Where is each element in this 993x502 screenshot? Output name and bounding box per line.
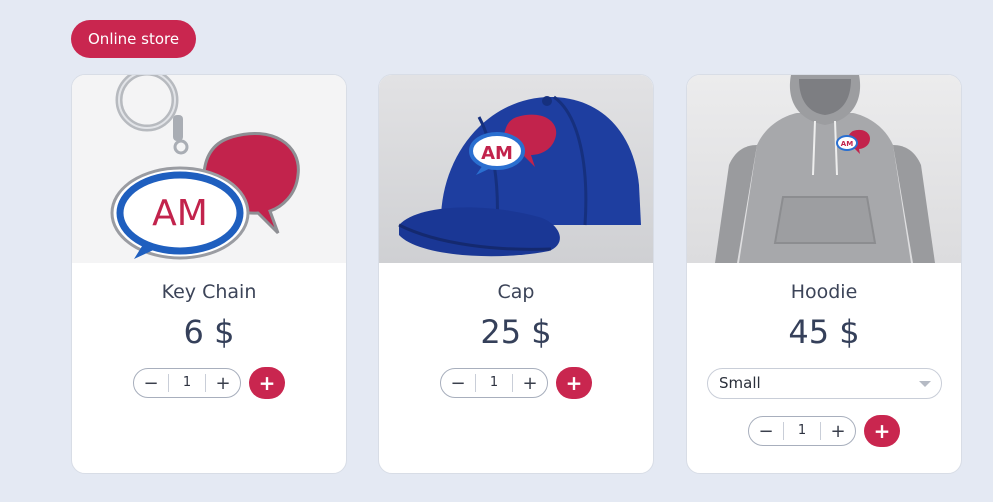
minus-icon: − — [450, 372, 466, 394]
size-select[interactable]: Small — [707, 368, 942, 399]
product-price: 6 $ — [183, 313, 235, 351]
product-name: Hoodie — [790, 281, 858, 303]
online-store-badge[interactable]: Online store — [71, 20, 197, 58]
increment-button[interactable]: + — [513, 369, 547, 397]
quantity-value[interactable]: 1 — [168, 374, 206, 392]
am-logo-text: AM — [481, 143, 513, 164]
decrement-button[interactable]: − — [441, 369, 475, 397]
product-name: Cap — [497, 281, 535, 303]
minus-icon: − — [758, 420, 774, 442]
increment-button[interactable]: + — [206, 369, 240, 397]
plus-icon: + — [830, 420, 846, 442]
increment-button[interactable]: + — [821, 417, 855, 445]
hoodie-image[interactable]: AM — [687, 75, 961, 263]
plus-icon: + — [215, 372, 231, 394]
product-card-cap: AM Cap 25 $ − 1 + + — [378, 74, 654, 474]
product-card-hoodie: AM Hoodie 45 $ Small − 1 + + — [686, 74, 962, 474]
key-chain-image[interactable]: AM — [72, 75, 346, 263]
quantity-stepper: − 1 + — [748, 416, 856, 446]
add-to-cart-button[interactable]: + — [556, 367, 592, 399]
product-name: Key Chain — [161, 281, 257, 303]
product-card-key-chain: AM Key Chain 6 $ − 1 + + — [71, 74, 347, 474]
quantity-row: − 1 + + — [687, 415, 961, 447]
size-selected-value: Small — [719, 374, 761, 392]
product-price: 45 $ — [788, 313, 860, 351]
quantity-row: − 1 + + — [379, 367, 653, 399]
product-price: 25 $ — [480, 313, 552, 351]
quantity-value[interactable]: 1 — [783, 422, 821, 440]
decrement-button[interactable]: − — [134, 369, 168, 397]
plus-icon: + — [258, 371, 276, 395]
add-to-cart-button[interactable]: + — [249, 367, 285, 399]
minus-icon: − — [143, 372, 159, 394]
chevron-down-icon — [919, 381, 931, 387]
decrement-button[interactable]: − — [749, 417, 783, 445]
am-logo-text: AM — [152, 193, 208, 234]
add-to-cart-button[interactable]: + — [864, 415, 900, 447]
quantity-stepper: − 1 + — [440, 368, 548, 398]
plus-icon: + — [522, 372, 538, 394]
plus-icon: + — [873, 419, 891, 443]
quantity-value[interactable]: 1 — [475, 374, 513, 392]
plus-icon: + — [565, 371, 583, 395]
cap-image[interactable]: AM — [379, 75, 653, 263]
am-logo-text: AM — [841, 140, 853, 148]
quantity-row: − 1 + + — [72, 367, 346, 399]
quantity-stepper: − 1 + — [133, 368, 241, 398]
